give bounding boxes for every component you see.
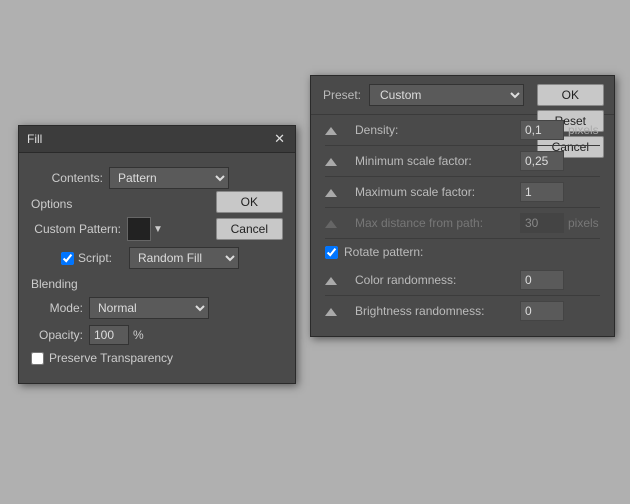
script-select[interactable]: Random Fill [129, 247, 239, 269]
preset-label: Preset: [323, 88, 361, 102]
pattern-arrow-icon[interactable]: ▼ [153, 224, 163, 235]
script-checkbox[interactable] [61, 252, 74, 265]
color-rand-input[interactable]: 0 [520, 270, 564, 290]
opacity-input[interactable]: 100 [89, 325, 129, 345]
max-scale-slider-thumb[interactable] [325, 187, 337, 197]
density-input[interactable]: 0,1 [520, 120, 564, 140]
mode-row: Mode: Normal [31, 297, 283, 319]
fill-ok-button[interactable]: OK [216, 191, 283, 213]
max-dist-label: Max distance from path: [341, 216, 520, 230]
fill-title-bar: Fill ✕ [19, 126, 295, 153]
preserve-label: Preserve Transparency [49, 351, 173, 365]
script-panel-body: Density: 0,1 pixels Minimum scale factor… [311, 115, 614, 336]
opacity-label: Opacity: [31, 328, 83, 342]
contents-label: Contents: [31, 171, 103, 185]
fill-close-button[interactable]: ✕ [272, 131, 287, 147]
color-rand-row: Color randomness: 0 [325, 265, 600, 296]
preserve-row: Preserve Transparency [31, 351, 283, 365]
brightness-rand-unit [568, 304, 600, 318]
rotate-row: Rotate pattern: [325, 239, 600, 265]
sp-ok-button[interactable]: OK [537, 84, 604, 106]
min-scale-unit [568, 154, 600, 168]
script-label: Script: [78, 251, 123, 265]
opacity-row: Opacity: 100 % [31, 325, 283, 345]
max-dist-unit: pixels [568, 216, 600, 230]
min-scale-label: Minimum scale factor: [341, 154, 520, 168]
mode-select[interactable]: Normal [89, 297, 209, 319]
brightness-rand-label: Brightness randomness: [341, 304, 520, 318]
fill-cancel-button[interactable]: Cancel [216, 218, 283, 240]
contents-select[interactable]: Pattern [109, 167, 229, 189]
max-dist-slider-thumb [325, 218, 337, 228]
max-scale-label: Maximum scale factor: [341, 185, 520, 199]
max-scale-unit [568, 185, 600, 199]
opacity-unit: % [133, 328, 144, 342]
script-row: Script: Random Fill [31, 247, 283, 269]
brightness-rand-row: Brightness randomness: 0 [325, 296, 600, 326]
blending-section: Blending Mode: Normal Opacity: 100 % Pre… [31, 277, 283, 365]
color-rand-slider-thumb[interactable] [325, 275, 337, 285]
blending-label: Blending [31, 277, 283, 291]
density-unit: pixels [568, 123, 600, 137]
density-label: Density: [341, 123, 520, 137]
fill-dialog: Fill ✕ Contents: Pattern OK Cancel Optio… [18, 125, 296, 384]
fill-btn-group: OK Cancel [216, 191, 283, 240]
custom-pattern-label: Custom Pattern: [31, 222, 121, 236]
mode-label: Mode: [31, 301, 83, 315]
min-scale-input[interactable]: 0,25 [520, 151, 564, 171]
color-rand-label: Color randomness: [341, 273, 520, 287]
pattern-thumb[interactable] [127, 217, 151, 241]
color-rand-unit [568, 273, 600, 287]
max-dist-input: 30 [520, 213, 564, 233]
density-row: Density: 0,1 pixels [325, 115, 600, 146]
density-slider-thumb[interactable] [325, 125, 337, 135]
preset-select[interactable]: Custom [369, 84, 524, 106]
fill-title: Fill [27, 132, 42, 146]
rotate-label: Rotate pattern: [344, 245, 423, 259]
max-dist-row: Max distance from path: 30 pixels [325, 208, 600, 239]
min-scale-row: Minimum scale factor: 0,25 [325, 146, 600, 177]
min-scale-slider-thumb[interactable] [325, 156, 337, 166]
max-scale-row: Maximum scale factor: 1 [325, 177, 600, 208]
script-panel-header: Preset: Custom OK Reset Cancel [311, 76, 614, 115]
max-scale-input[interactable]: 1 [520, 182, 564, 202]
preserve-checkbox[interactable] [31, 352, 44, 365]
brightness-rand-slider-thumb[interactable] [325, 306, 337, 316]
brightness-rand-input[interactable]: 0 [520, 301, 564, 321]
script-panel-dialog: Preset: Custom OK Reset Cancel Density: … [310, 75, 615, 337]
contents-row: Contents: Pattern [31, 167, 283, 189]
rotate-checkbox[interactable] [325, 246, 338, 259]
